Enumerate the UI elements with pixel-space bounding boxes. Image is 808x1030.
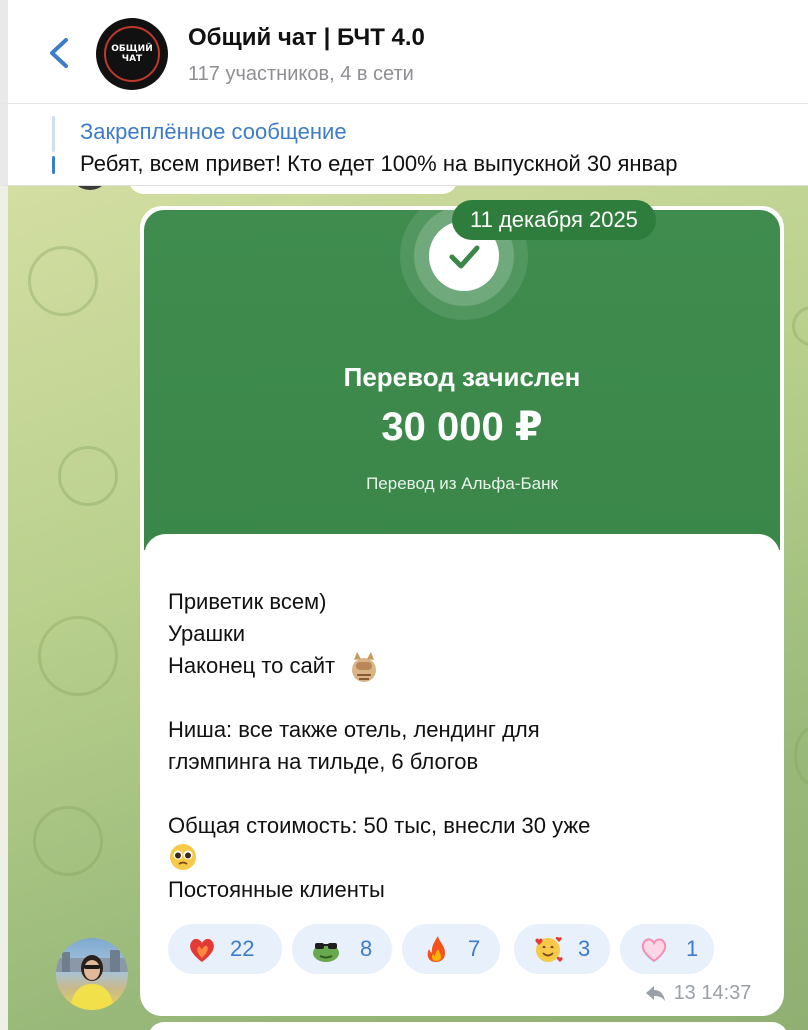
message-line: Приветик всем) bbox=[168, 589, 327, 614]
bank-receipt-image[interactable]: Перевод зачислен 30 000 ₽ Перевод из Аль… bbox=[144, 210, 780, 550]
date-badge: 11 декабря 2025 bbox=[452, 200, 656, 240]
reaction-button[interactable]: 7 bbox=[402, 924, 500, 974]
fire-icon bbox=[427, 936, 445, 962]
frog-sunglasses-icon bbox=[313, 943, 339, 962]
message-meta: 13 14:37 bbox=[644, 982, 751, 1005]
wallpaper-doodle bbox=[792, 306, 808, 346]
sender-photo bbox=[56, 950, 128, 1010]
message-line: Постоянные клиенты bbox=[168, 877, 385, 902]
wallpaper-doodle bbox=[58, 446, 118, 506]
chat-subtitle: 117 участников, 4 в сети bbox=[188, 63, 414, 85]
chat-title[interactable]: Общий чат | БЧТ 4.0 bbox=[188, 24, 425, 52]
reaction-button[interactable]: 3 bbox=[514, 924, 610, 974]
pinned-indicator bbox=[52, 116, 55, 174]
reaction-button[interactable]: 22 bbox=[168, 924, 282, 974]
heart-on-fire-icon bbox=[190, 938, 214, 962]
forward-icon bbox=[646, 986, 665, 1001]
message-line: Ниша: все также отель, лендинг для bbox=[168, 717, 540, 742]
chat-header: ОБЩИЙ ЧАТ Общий чат | БЧТ 4.0 117 участн… bbox=[0, 0, 808, 104]
message-line: глэмпинга на тильде, 6 блогов bbox=[168, 749, 479, 774]
reaction-count: 3 bbox=[578, 936, 591, 961]
pink-heart-icon bbox=[641, 938, 667, 963]
transfer-amount: 30 000 ₽ bbox=[381, 405, 543, 449]
transfer-source: Перевод из Альфа-Банк bbox=[366, 474, 558, 493]
chat-area[interactable]: Перевод зачислен 30 000 ₽ Перевод из Аль… bbox=[0, 186, 808, 1030]
wallpaper-doodle bbox=[33, 806, 103, 876]
smiling-face-with-hearts-icon bbox=[535, 936, 563, 962]
pinned-label: Закреплённое сообщение bbox=[80, 119, 347, 144]
reaction-count: 1 bbox=[686, 936, 699, 961]
group-avatar[interactable]: ОБЩИЙ ЧАТ bbox=[96, 18, 168, 90]
wallpaper-doodle bbox=[28, 246, 98, 316]
reaction-button[interactable]: 8 bbox=[292, 924, 392, 974]
pinned-message-bar[interactable]: Закреплённое сообщение Ребят, всем приве… bbox=[0, 104, 808, 186]
message-text: Приветик всем) Урашки Наконец то сайт Ни… bbox=[168, 586, 748, 906]
sender-avatar[interactable] bbox=[56, 938, 128, 1010]
reaction-count: 8 bbox=[360, 936, 373, 961]
reaction-button[interactable]: 1 bbox=[620, 924, 714, 974]
message-bubble[interactable]: Перевод зачислен 30 000 ₽ Перевод из Аль… bbox=[140, 206, 784, 1016]
back-arrow-icon[interactable] bbox=[44, 36, 74, 70]
previous-sender-avatar[interactable] bbox=[70, 186, 110, 190]
wallpaper-doodle bbox=[794, 726, 808, 786]
message-line-with-emoji: Наконец то сайт bbox=[168, 650, 748, 683]
reaction-count: 22 bbox=[230, 936, 255, 961]
message-line-emoji bbox=[168, 842, 748, 874]
pinned-text: Ребят, всем привет! Кто едет 100% на вып… bbox=[80, 151, 678, 176]
message-time: 14:37 bbox=[701, 982, 752, 1004]
transfer-status: Перевод зачислен bbox=[343, 362, 581, 392]
previous-message-bubble[interactable] bbox=[128, 186, 458, 194]
pleading-face-icon bbox=[170, 844, 196, 870]
forward-count: 13 bbox=[673, 982, 696, 1004]
message-line: Урашки bbox=[168, 621, 246, 646]
checkmark-icon bbox=[449, 245, 480, 269]
wallpaper-doodle bbox=[38, 616, 118, 696]
next-message-bubble[interactable] bbox=[148, 1022, 788, 1030]
cat-face-palm-icon bbox=[352, 652, 377, 683]
message-line: Общая стоимость: 50 тыс, внесли 30 уже bbox=[168, 813, 591, 838]
reaction-count: 7 bbox=[468, 936, 481, 961]
avatar-logo-text: ОБЩИЙ ЧАТ bbox=[111, 44, 153, 64]
